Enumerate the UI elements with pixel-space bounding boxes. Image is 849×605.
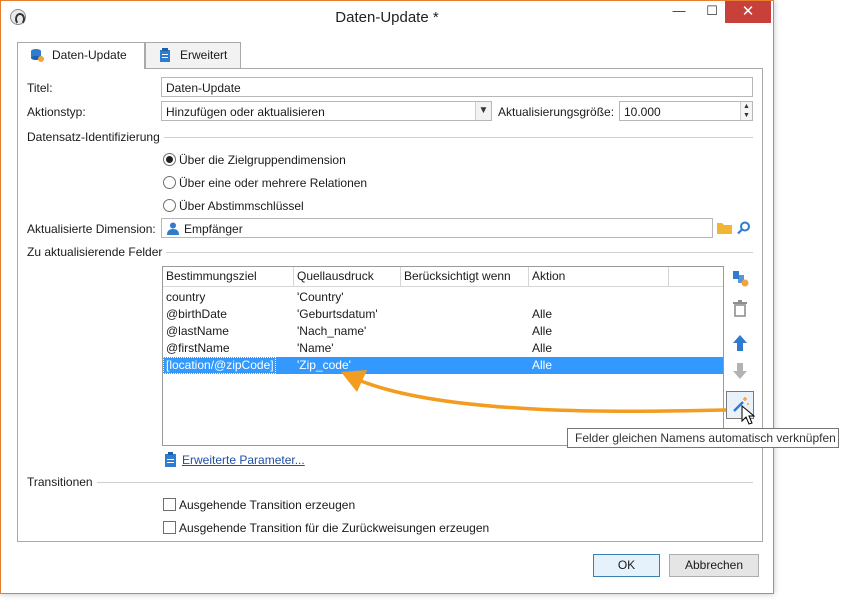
person-icon [167,222,179,235]
column-header-target[interactable]: Bestimmungsziel [163,267,294,287]
cell-source: 'Name' [297,341,334,355]
dimension-value: Empfänger [184,222,243,236]
window-title: Daten-Update * [335,9,439,26]
radio-label: Über eine oder mehrere Relationen [179,176,368,190]
radio-target-dimension[interactable] [163,153,176,166]
tab-daten-update[interactable]: Daten-Update [17,42,145,69]
transitions-heading: Transitionen [27,475,97,489]
cell-action: Alle [532,307,553,321]
checkbox-label: Ausgehende Transition für die Zurückweis… [179,521,490,535]
dialog-window: Daten-Update * — ☐ ✕ Daten-Update Erweit… [0,0,774,594]
cell-source: 'Country' [297,290,344,304]
chevron-down-icon[interactable]: ▼ [475,102,491,120]
cell-action: Alle [532,324,553,338]
table-row[interactable]: @birthDate 'Geburtsdatum' Alle [163,306,723,323]
batch-size-value: 10.000 [624,105,661,119]
trash-icon[interactable] [729,297,751,319]
tab-erweitert[interactable]: Erweitert [145,42,241,68]
cell-condition [401,289,529,306]
column-header-source[interactable]: Quellausdruck [294,267,401,287]
section-divider [97,482,753,483]
mouse-cursor-icon [741,405,756,425]
action-type-label: Aktionstyp: [27,105,86,119]
radio-label: Über die Zielgruppendimension [179,153,346,167]
radio-label: Über Abstimmschlüssel [179,199,304,213]
column-header-condition[interactable]: Berücksichtigt wenn [401,267,529,287]
add-field-icon[interactable] [729,267,751,289]
title-bar[interactable]: Daten-Update * — ☐ ✕ [1,1,773,33]
radio-reconciliation-keys[interactable] [163,199,176,212]
parameters-icon [165,452,176,467]
cancel-button[interactable]: Abbrechen [669,554,759,577]
identification-heading: Datensatz-Identifizierung [27,130,164,144]
minimize-button[interactable]: — [662,1,696,23]
checkbox-label: Ausgehende Transition erzeugen [179,498,356,512]
fields-heading: Zu aktualisierende Felder [27,245,167,259]
column-header-action[interactable]: Aktion [529,267,669,287]
cell-condition [401,306,529,323]
table-row[interactable]: country 'Country' [163,289,723,306]
database-gear-icon [31,49,44,62]
column-header-filler [669,267,723,287]
section-divider [161,252,753,253]
cell-action: Alle [532,341,553,355]
folder-icon[interactable] [717,222,732,234]
close-button[interactable]: ✕ [725,1,771,23]
rejects-transition-checkbox[interactable] [163,521,176,534]
action-type-value: Hinzufügen oder aktualisieren [166,105,325,119]
tab-label: Erweitert [180,48,228,62]
cell-target: country [166,290,206,304]
batch-size-label: Aktualisierungsgröße: [498,105,615,119]
cell-target: @birthDate [166,307,227,321]
dimension-label: Aktualisierte Dimension: [27,222,156,236]
tooltip: Felder gleichen Namens automatisch verkn… [567,428,839,448]
action-type-select[interactable]: Hinzufügen oder aktualisieren ▼ [161,101,492,121]
title-input[interactable]: Daten-Update [161,77,753,97]
annotation-arrow [341,370,727,413]
radio-relations[interactable] [163,176,176,189]
table-row[interactable]: @firstName 'Name' Alle [163,340,723,357]
table-row[interactable]: @lastName 'Nach_name' Alle [163,323,723,340]
maximize-button[interactable]: ☐ [695,1,729,23]
cell-target: @firstName [166,341,230,355]
ok-button[interactable]: OK [593,554,660,577]
advanced-parameters-link[interactable]: Erweiterte Parameter... [182,453,305,467]
cell-target: [location/@zipCode] [163,357,276,374]
move-down-icon[interactable] [729,360,751,382]
tab-label: Daten-Update [52,48,127,62]
cell-condition [401,323,529,340]
dimension-field[interactable]: Empfänger [161,218,713,238]
spinner-arrows-icon[interactable]: ▲ ▼ [740,102,752,120]
move-up-icon[interactable] [729,332,751,354]
cell-source: 'Geburtsdatum' [297,307,378,321]
section-divider [161,137,753,138]
batch-size-input[interactable]: 10.000 ▲ ▼ [619,101,753,121]
clipboard-icon [160,48,170,62]
cell-target: @lastName [166,324,229,338]
cell-source: 'Nach_name' [297,324,367,338]
cell-action [529,289,669,306]
outgoing-transition-checkbox[interactable] [163,498,176,511]
cell-condition [401,340,529,357]
search-icon[interactable] [737,221,751,235]
title-label: Titel: [27,81,53,95]
